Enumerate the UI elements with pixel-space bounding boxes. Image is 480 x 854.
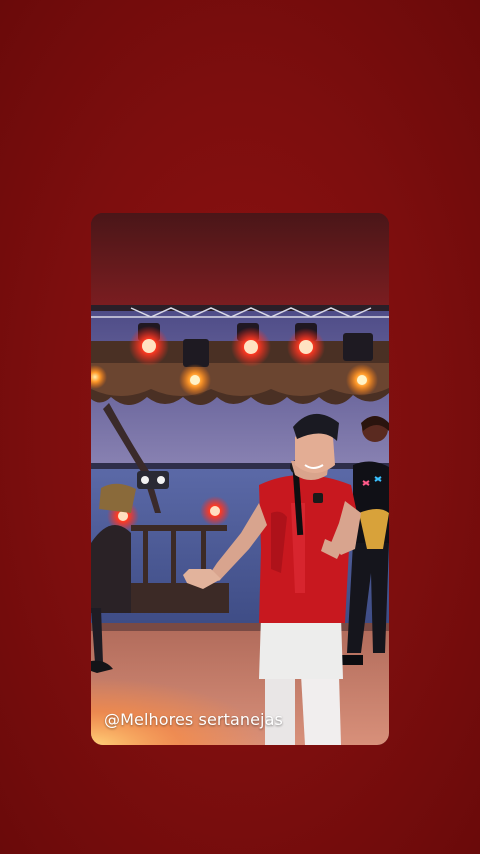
channel-watermark: @Melhores sertanejas: [104, 710, 283, 729]
video-frame: [91, 213, 389, 745]
story-screen: @Melhores sertanejas: [0, 0, 480, 854]
video-player[interactable]: @Melhores sertanejas: [91, 213, 389, 745]
